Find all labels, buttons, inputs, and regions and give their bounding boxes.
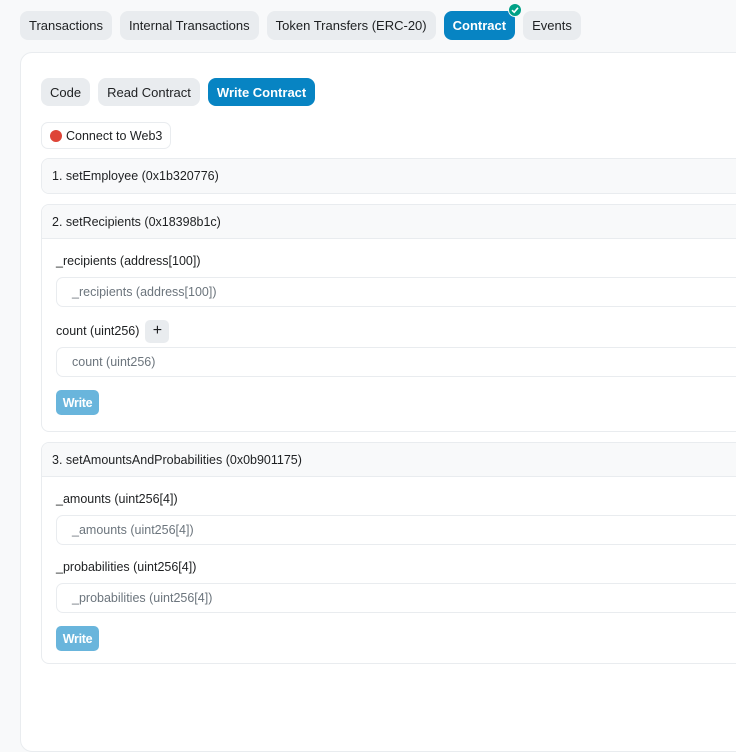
function-card-setEmployee: 1. setEmployee (0x1b320776) [41, 158, 736, 194]
param-label-text: _recipients (address[100]) [56, 254, 201, 268]
subtab-read-contract[interactable]: Read Contract [98, 78, 200, 106]
subtab-write-contract[interactable]: Write Contract [207, 78, 316, 106]
check-icon [508, 3, 523, 17]
contract-subtabs: Code Read Contract Write Contract [41, 78, 316, 106]
write-button[interactable]: Write [56, 626, 99, 651]
subtab-code[interactable]: Code [41, 78, 91, 106]
function-header[interactable]: 2. setRecipients (0x18398b1c) [42, 205, 736, 239]
probabilities-input[interactable]: _probabilities (uint256[4]) [56, 583, 736, 613]
function-card-setRecipients: 2. setRecipients (0x18398b1c) _recipient… [41, 204, 736, 432]
write-button[interactable]: Write [56, 390, 99, 415]
recipients-input[interactable]: _recipients (address[100]) [56, 277, 736, 307]
function-header[interactable]: 1. setEmployee (0x1b320776) [42, 159, 736, 193]
add-field-button[interactable]: + [145, 319, 170, 343]
function-card-setAmountsAndProbabilities: 3. setAmountsAndProbabilities (0x0b90117… [41, 442, 736, 664]
tab-contract[interactable]: Contract [443, 3, 523, 40]
function-header[interactable]: 3. setAmountsAndProbabilities (0x0b90117… [42, 443, 736, 477]
connect-web3-label: Connect to Web3 [66, 128, 163, 143]
tab-token-transfers[interactable]: Token Transfers (ERC-20) [266, 11, 436, 40]
contract-panel: Code Read Contract Write Contract Connec… [20, 52, 736, 752]
disconnected-status-icon [50, 129, 62, 142]
param-label-text: _probabilities (uint256[4]) [56, 560, 197, 574]
param-label: _amounts (uint256[4]) [56, 491, 736, 507]
connect-web3-button[interactable]: Connect to Web3 [41, 122, 172, 149]
param-label-text: count (uint256) [56, 324, 140, 338]
param-label-text: _amounts (uint256[4]) [56, 492, 178, 506]
tab-transactions[interactable]: Transactions [20, 11, 112, 40]
param-label: _recipients (address[100]) [56, 253, 736, 269]
amounts-input[interactable]: _amounts (uint256[4]) [56, 515, 736, 545]
param-label: count (uint256) + [56, 319, 736, 343]
param-label: _probabilities (uint256[4]) [56, 559, 736, 575]
count-input[interactable]: count (uint256) [56, 347, 736, 377]
tab-internal-transactions[interactable]: Internal Transactions [119, 11, 259, 40]
tab-events[interactable]: Events [523, 11, 581, 40]
tab-contract-label: Contract [452, 18, 507, 33]
main-tabs: Transactions Internal Transactions Token… [20, 3, 581, 40]
